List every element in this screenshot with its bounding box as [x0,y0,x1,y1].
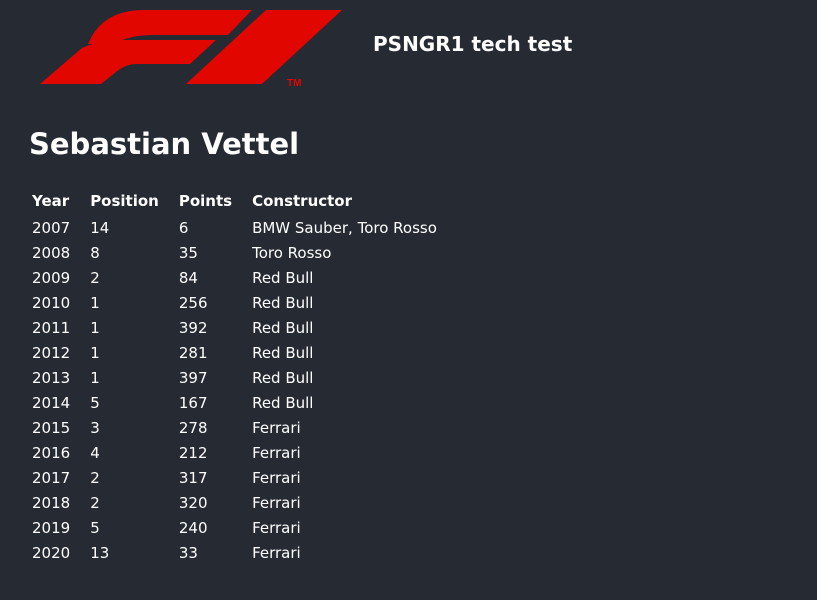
table-row: 2012 1 281 Red Bull [29,340,454,365]
trademark-text: TM [287,78,301,89]
constructor-cell: Ferrari [252,468,301,487]
constructor-cell: Ferrari [252,418,301,437]
year-cell: 2014 [32,393,71,412]
points-cell: 281 [178,343,208,362]
year-cell: 2020 [32,543,71,562]
constructor-cell: BMW Sauber, Toro Rosso [252,218,437,237]
table-row: 2011 1 392 Red Bull [29,315,454,340]
position-cell: 8 [90,243,100,262]
table-row: 2017 2 317 Ferrari [29,465,454,490]
driver-name: Sebastian Vettel [29,127,300,161]
year-cell: 2008 [32,243,71,262]
table-row: 2015 3 278 Ferrari [29,415,454,440]
page-header: TM PSNGR1 tech test [0,0,817,110]
position-cell: 5 [90,393,100,412]
year-cell: 2012 [32,343,71,362]
year-cell: 2011 [32,318,71,337]
points-cell: 392 [178,318,208,337]
constructor-cell: Red Bull [252,318,314,337]
constructor-cell: Ferrari [252,443,301,462]
constructor-cell: Red Bull [252,343,314,362]
table-header-row: Year Position Points Constructor [29,190,454,215]
position-cell: 1 [90,368,100,387]
position-cell: 1 [90,318,100,337]
table-row: 2013 1 397 Red Bull [29,365,454,390]
year-cell: 2018 [32,493,71,512]
points-cell: 278 [178,418,208,437]
year-cell: 2015 [32,418,71,437]
year-cell: 2016 [32,443,71,462]
position-cell: 2 [90,493,100,512]
year-cell: 2019 [32,518,71,537]
points-cell: 167 [178,393,208,412]
points-cell: 317 [178,468,208,487]
column-header-position: Position [90,191,159,210]
constructor-cell: Red Bull [252,293,314,312]
points-cell: 212 [178,443,208,462]
column-header-points: Points [178,191,233,210]
position-cell: 1 [90,293,100,312]
column-header-year: Year [32,191,70,210]
position-cell: 4 [90,443,100,462]
f1-logo-icon: TM [40,10,342,89]
constructor-cell: Red Bull [252,393,314,412]
results-table: Year Position Points Constructor 2007 14… [29,190,454,565]
points-cell: 84 [178,268,198,287]
app-title: PSNGR1 tech test [373,32,573,56]
points-cell: 6 [178,218,189,237]
points-cell: 33 [178,543,198,562]
f1-logo-bottom-stroke [40,40,216,84]
table-row: 2018 2 320 Ferrari [29,490,454,515]
position-cell: 1 [90,343,100,362]
table-row: 2016 4 212 Ferrari [29,440,454,465]
column-header-constructor: Constructor [252,191,353,210]
table-row: 2010 1 256 Red Bull [29,290,454,315]
year-cell: 2010 [32,293,71,312]
points-cell: 35 [178,243,198,262]
constructor-cell: Ferrari [252,518,301,537]
position-cell: 14 [90,218,110,237]
table-row: 2014 5 167 Red Bull [29,390,454,415]
table-row: 2008 8 35 Toro Rosso [29,240,454,265]
points-cell: 240 [178,518,208,537]
position-cell: 5 [90,518,100,537]
position-cell: 2 [90,468,100,487]
position-cell: 13 [90,543,110,562]
points-cell: 256 [178,293,208,312]
table-row: 2007 14 6 BMW Sauber, Toro Rosso [29,215,454,240]
points-cell: 397 [178,368,208,387]
year-cell: 2007 [32,218,71,237]
constructor-cell: Toro Rosso [252,243,332,262]
constructor-cell: Red Bull [252,268,314,287]
year-cell: 2013 [32,368,71,387]
position-cell: 3 [90,418,100,437]
constructor-cell: Red Bull [252,368,314,387]
year-cell: 2017 [32,468,71,487]
table-row: 2020 13 33 Ferrari [29,540,454,565]
f1-logo-top-stroke [88,10,252,44]
points-cell: 320 [178,493,208,512]
year-cell: 2009 [32,268,71,287]
constructor-cell: Ferrari [252,543,301,562]
position-cell: 2 [90,268,100,287]
constructor-cell: Ferrari [252,493,301,512]
table-row: 2019 5 240 Ferrari [29,515,454,540]
table-row: 2009 2 84 Red Bull [29,265,454,290]
